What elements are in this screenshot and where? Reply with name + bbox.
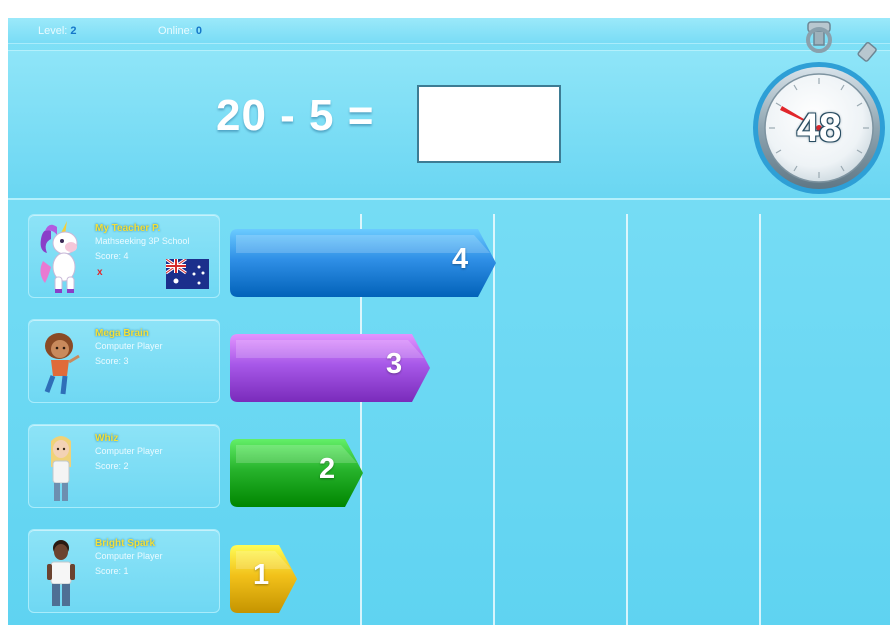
blonde-girl-avatar-icon xyxy=(51,436,71,501)
online-value: 0 xyxy=(195,25,203,37)
race-track: 4 3 2 1 xyxy=(230,214,890,625)
player-school: Mathseeking 3P School xyxy=(95,236,190,246)
player-type: Computer Player xyxy=(95,446,163,456)
player-score: Score: 3 xyxy=(95,356,129,366)
game-stage: Level: 2 Online: 0 20 - 5 = 48 4 3 2 1 M… xyxy=(8,18,890,625)
girl-avatar-icon xyxy=(44,333,80,395)
player-name: Whiz xyxy=(95,433,119,444)
boy-avatar-icon xyxy=(47,540,75,606)
player-card: Bright Spark Computer Player Score: 1 xyxy=(28,529,220,613)
player-type: Computer Player xyxy=(95,551,163,561)
score-bar-player-1: 4 xyxy=(230,229,496,297)
grid-line xyxy=(759,214,761,625)
math-question: 20 - 5 = xyxy=(216,91,375,140)
score-bar-player-2: 3 xyxy=(230,334,430,402)
score-bar-highlight xyxy=(236,445,357,463)
player-name: Bright Spark xyxy=(95,538,156,549)
wrong-answer-mark: x xyxy=(97,267,103,278)
player-card: My Teacher P. Mathseeking 3P School Scor… xyxy=(28,214,220,298)
online-label: Online: xyxy=(158,25,193,37)
australia-flag-icon xyxy=(166,259,209,289)
player-card: Whiz Computer Player Score: 2 xyxy=(28,424,220,508)
player-score: Score: 2 xyxy=(95,461,129,471)
player-score: Score: 1 xyxy=(95,566,129,576)
grid-line xyxy=(626,214,628,625)
online-indicator: Online: 0 xyxy=(158,18,202,44)
countdown-timer: 48 xyxy=(744,18,890,208)
player-name: Mega Brain xyxy=(95,328,149,339)
timer-value: 48 xyxy=(796,106,842,150)
score-bar-value: 2 xyxy=(319,453,336,485)
score-bar-player-4: 1 xyxy=(230,545,297,613)
score-bar-value: 4 xyxy=(452,243,469,275)
player-name: My Teacher P. xyxy=(95,223,161,234)
level-label: Level: xyxy=(38,25,68,37)
score-bar-player-3: 2 xyxy=(230,439,363,507)
level-indicator: Level: 2 xyxy=(38,18,77,44)
unicorn-avatar-icon xyxy=(40,221,78,293)
score-bar-shape xyxy=(230,439,363,507)
score-bar-value: 1 xyxy=(253,559,270,591)
player-card: Mega Brain Computer Player Score: 3 xyxy=(28,319,220,403)
player-type: Computer Player xyxy=(95,341,163,351)
level-value: 2 xyxy=(70,25,77,37)
player-score: Score: 4 xyxy=(95,251,129,261)
score-bar-value: 3 xyxy=(386,348,403,380)
answer-input[interactable] xyxy=(417,85,561,163)
